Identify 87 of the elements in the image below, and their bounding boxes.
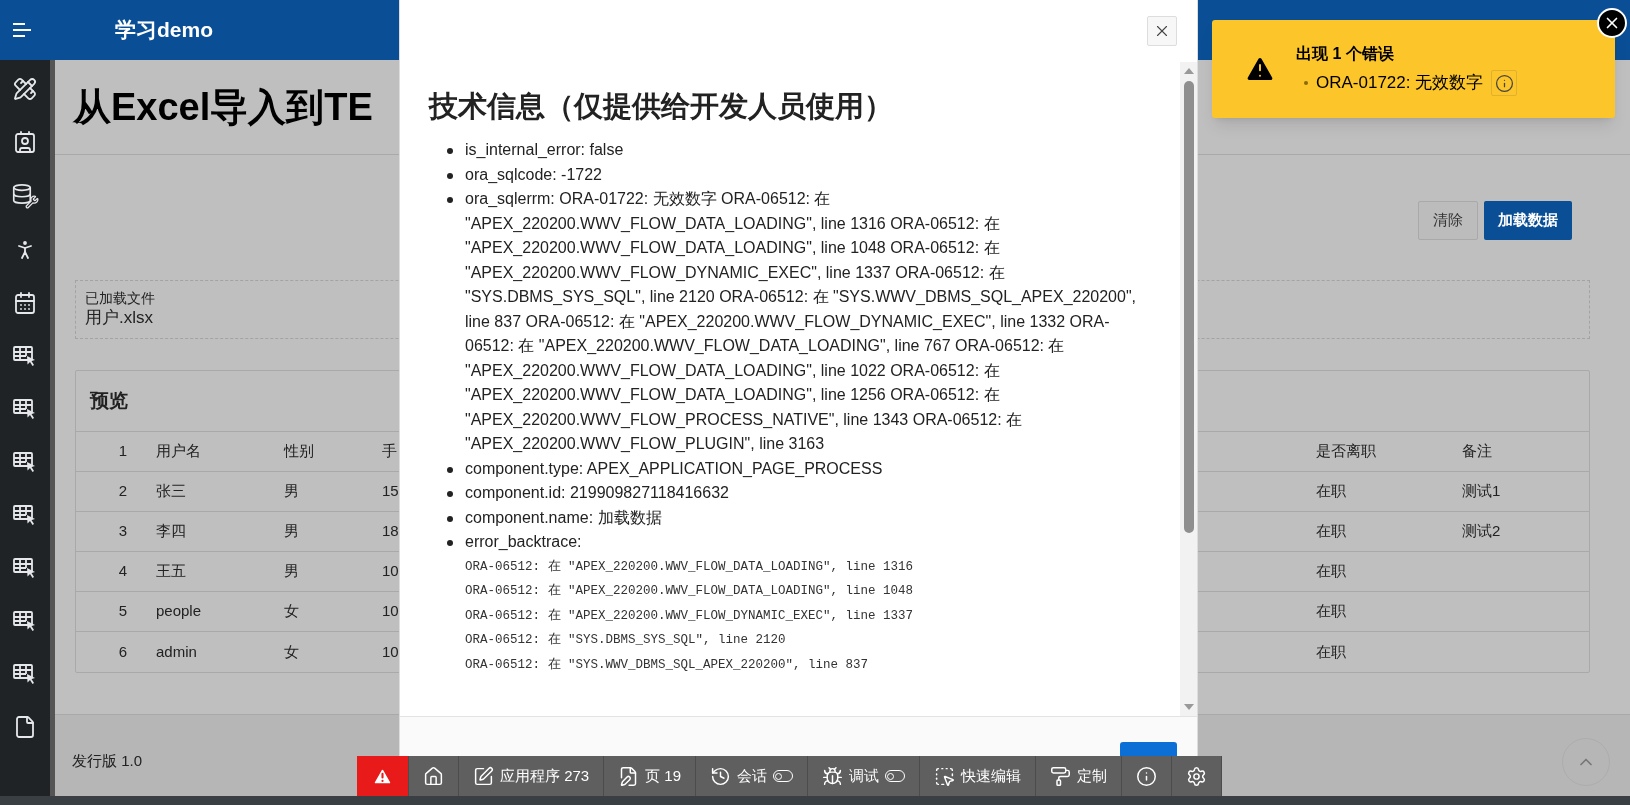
pointer-select-icon [934, 765, 956, 787]
info-button[interactable] [1491, 70, 1518, 96]
bullet-icon [1304, 81, 1308, 85]
table-cell: 女 [284, 642, 299, 660]
info-text: is_internal_error: false [465, 140, 624, 160]
customize-button[interactable]: 定制 [1036, 756, 1123, 796]
settings-icon [1186, 765, 1208, 787]
page-button[interactable]: 页 19 [604, 756, 697, 796]
info-text: component.id: 219909827118416632 [465, 483, 729, 503]
preview-title: 预览 [90, 388, 128, 413]
table-cell: 10 [382, 642, 399, 660]
close-button[interactable] [1147, 16, 1177, 46]
load-data-button[interactable]: 加载数据 [1484, 201, 1572, 240]
bullet-icon [447, 491, 453, 497]
table-cell: 5 [118, 602, 127, 620]
error-message: ORA-01722: 无效数字 [1316, 72, 1484, 95]
paint-roller-icon [1050, 765, 1072, 787]
table-cell: 在职 [1316, 482, 1346, 500]
dialog-title: 技术信息（仅提供给开发人员使用） [429, 89, 894, 124]
table-cell: 男 [284, 482, 299, 500]
table-cell: 15 [382, 482, 399, 500]
table-cell: 手 [382, 442, 397, 460]
release-version: 发行版 1.0 [72, 751, 143, 772]
table-cell: 在职 [1316, 602, 1346, 620]
table-cell: people [156, 602, 202, 620]
bullet-icon [447, 515, 453, 522]
table-cell: 男 [284, 522, 299, 540]
table-cell: 是否离职 [1316, 442, 1376, 460]
clock-icon [710, 765, 732, 787]
contact-card-icon[interactable] [13, 130, 37, 154]
table-cell: admin [156, 642, 197, 660]
table-cell: 6 [118, 642, 127, 660]
error-button[interactable] [357, 756, 409, 796]
edit-icon [473, 765, 494, 787]
bullet-icon [447, 197, 453, 203]
file-name: 用户.xlsx [85, 307, 153, 329]
table-cell: 男 [284, 562, 299, 580]
quick-edit-button[interactable]: 快速编辑 [920, 756, 1037, 796]
app-title[interactable]: 学习demo [115, 14, 213, 46]
info-icon [1136, 765, 1158, 787]
table-cell: 备注 [1462, 442, 1492, 460]
bullet-icon [447, 540, 453, 546]
table-cell: 在职 [1316, 562, 1346, 580]
table-cell: 1 [118, 442, 127, 460]
database-wrench-icon[interactable] [11, 183, 39, 209]
backtrace-line: ORA-06512: 在 "APEX_220200.WWV_FLOW_DYNAMIC_EXEC", line 1337 [465, 607, 914, 625]
menu-icon[interactable] [12, 22, 32, 38]
table-cell: 测试2 [1462, 522, 1501, 540]
table-cell: 女 [284, 602, 299, 620]
backtrace-line: ORA-06512: 在 "SYS.WWV_DBMS_SQL_APEX_220200", line 837 [465, 656, 870, 674]
table-cell: 在职 [1316, 522, 1346, 540]
notification-title: 出现 1 个错误 [1296, 44, 1395, 64]
info-text: error_backtrace: [465, 532, 583, 552]
table-cell: 在职 [1316, 642, 1346, 660]
clear-button[interactable]: 清除 [1418, 201, 1478, 240]
bug-icon [822, 765, 844, 787]
table-cell: 张三 [156, 482, 186, 500]
table-cell: 18 [382, 522, 399, 540]
table-cell: 4 [118, 562, 127, 580]
table-cell: 10 [382, 602, 399, 620]
table-cell: 性别 [284, 442, 314, 460]
bullet-icon [447, 466, 453, 473]
info-text: component.type: APEX_APPLICATION_PAGE_PROCESS [465, 458, 883, 479]
backtrace-line: ORA-06512: 在 "APEX_220200.WWV_FLOW_DATA_LOADING", line 1048 [465, 582, 914, 600]
bullet-icon [447, 148, 453, 154]
backtrace-line: ORA-06512: 在 "SYS.DBMS_SYS_SQL", line 2120 [465, 631, 787, 649]
debug-button[interactable]: 调试 [808, 756, 921, 796]
table-cell: 3 [118, 522, 127, 540]
info-text: ora_sqlcode: -1722 [465, 164, 602, 185]
home-icon [423, 765, 444, 787]
info-text: component.name: 加载数据 [465, 507, 662, 528]
table-cell: 测试1 [1462, 482, 1501, 500]
calendar-icon[interactable] [13, 291, 37, 315]
table-cell: 王五 [156, 562, 186, 580]
backtrace-line: ORA-06512: 在 "APEX_220200.WWV_FLOW_DATA_LOADING", line 1316 [465, 558, 914, 576]
session-button[interactable]: 会话 [696, 756, 809, 796]
file-label: 已加载文件 [85, 289, 155, 307]
table-cell: 10 [382, 562, 399, 580]
page-title: 从Excel导入到TE [73, 84, 373, 130]
pencil-ruler-icon[interactable] [13, 77, 37, 101]
table-cell: 李四 [156, 522, 186, 540]
file-icon[interactable] [13, 715, 37, 739]
scrollbar[interactable] [1180, 62, 1197, 716]
bullet-icon [447, 172, 453, 179]
table-cell: 用户名 [156, 442, 201, 460]
table-cell: 2 [118, 482, 127, 500]
application-button[interactable]: 应用程序 273 [459, 756, 605, 796]
